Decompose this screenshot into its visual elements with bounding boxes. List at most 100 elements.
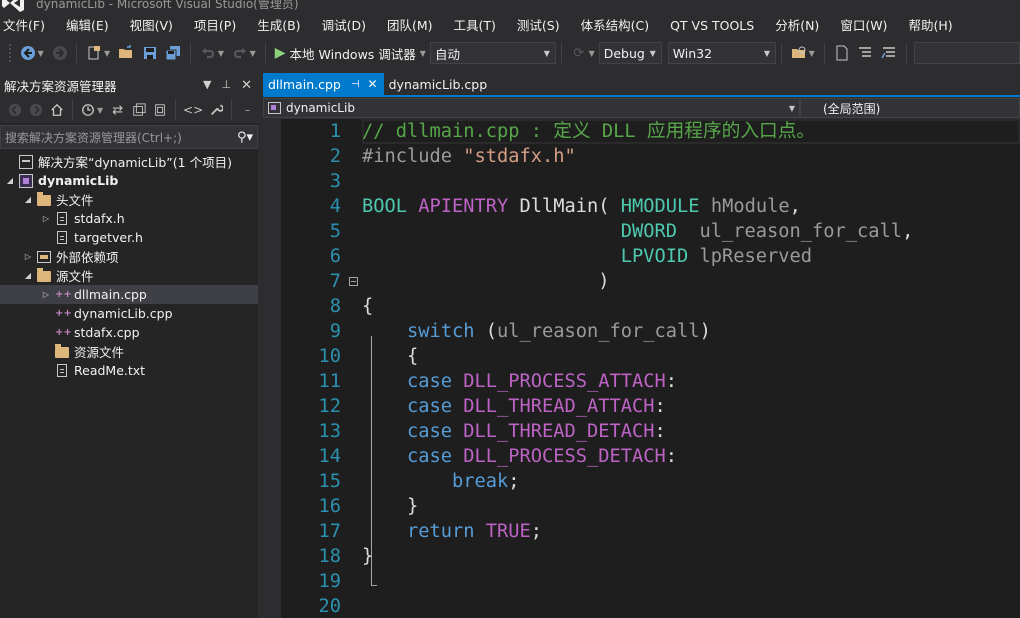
forward-icon[interactable]: [27, 100, 44, 120]
tree-item-project[interactable]: ◢ dynamicLib: [0, 171, 258, 190]
sync-icon[interactable]: ⇄: [109, 100, 126, 120]
menu-help[interactable]: 帮助(H): [905, 14, 962, 38]
uncomment-icon[interactable]: [879, 43, 899, 63]
tree-item-header[interactable]: ▷ stdafx.h: [0, 209, 258, 228]
code-line[interactable]: 5 DWORD ul_reason_for_call,: [281, 219, 1020, 244]
debugger-dropdown-icon[interactable]: ▼: [420, 49, 426, 58]
tree-item-folder[interactable]: ◢ 源文件: [0, 266, 258, 285]
code-editor[interactable]: 1 // dllmain.cpp : 定义 DLL 应用程序的入口点。 2 #incl…: [263, 119, 1020, 618]
new-project-icon[interactable]: [84, 43, 104, 63]
collapse-all-icon[interactable]: [130, 100, 147, 120]
refresh-dropdown-icon[interactable]: ▼: [589, 49, 595, 58]
code-line[interactable]: 15 break;: [281, 469, 1020, 494]
find-dropdown-icon[interactable]: ▼: [809, 49, 815, 58]
pending-changes-icon[interactable]: [80, 100, 97, 120]
save-icon[interactable]: [140, 43, 160, 63]
menu-debug[interactable]: 调试(D): [319, 14, 376, 38]
code-line[interactable]: 9 switch (ul_reason_for_call): [281, 319, 1020, 344]
code-line[interactable]: 14 case DLL_PROCESS_DETACH:: [281, 444, 1020, 469]
save-all-icon[interactable]: [164, 43, 184, 63]
menu-window[interactable]: 窗口(W): [837, 14, 897, 38]
overflow-menu-icon[interactable]: –: [239, 100, 256, 120]
platform-combo[interactable]: Win32 ▼: [667, 42, 776, 64]
open-file-icon[interactable]: [116, 43, 136, 63]
tree-item-folder[interactable]: 资源文件: [0, 342, 258, 361]
tree-item-solution[interactable]: 解决方案“dynamicLib”(1 个项目): [0, 152, 258, 171]
collapsed-icon[interactable]: ▷: [40, 290, 52, 299]
scope-navigation-combo[interactable]: (全局范围): [800, 98, 1020, 118]
code-line[interactable]: 17 return TRUE;: [281, 519, 1020, 544]
back-dropdown-icon[interactable]: ▼: [38, 49, 44, 58]
menu-view[interactable]: 视图(V): [127, 14, 183, 38]
back-icon[interactable]: [18, 43, 38, 63]
undo-dropdown-icon[interactable]: ▼: [218, 49, 224, 58]
find-in-files-icon[interactable]: [789, 43, 809, 63]
toolbar-grip[interactable]: [8, 43, 12, 63]
forward-icon[interactable]: [50, 43, 70, 63]
menu-edit[interactable]: 编辑(E): [63, 14, 119, 38]
menu-tools[interactable]: 工具(T): [451, 14, 506, 38]
close-tab-icon[interactable]: ✕: [368, 77, 378, 91]
code-line[interactable]: 16 }: [281, 494, 1020, 519]
refresh-icon[interactable]: ⟳: [569, 43, 589, 63]
tree-item-text[interactable]: ReadMe.txt: [0, 361, 258, 380]
tree-item-cpp[interactable]: ++ stdafx.cpp: [0, 323, 258, 342]
configuration-combo[interactable]: Debug ▼: [598, 42, 662, 64]
properties-wrench-icon[interactable]: [207, 100, 224, 120]
panel-menu-icon[interactable]: ▼: [203, 78, 211, 93]
pending-dropdown-icon[interactable]: ▼: [97, 106, 103, 115]
code-line[interactable]: 11 case DLL_PROCESS_ATTACH:: [281, 369, 1020, 394]
code-line[interactable]: 8{: [281, 294, 1020, 319]
quick-find-box[interactable]: [913, 42, 1020, 64]
comment-icon[interactable]: [855, 43, 875, 63]
collapse-region-icon[interactable]: [349, 277, 358, 286]
undo-icon[interactable]: [198, 43, 218, 63]
expanded-icon[interactable]: ◢: [4, 176, 16, 185]
pin-icon[interactable]: ⊥: [222, 78, 232, 93]
collapsed-icon[interactable]: ▷: [22, 252, 34, 261]
menu-analyze[interactable]: 分析(N): [772, 14, 829, 38]
code-line[interactable]: 6 LPVOID lpReserved: [281, 244, 1020, 269]
menu-project[interactable]: 项目(P): [191, 14, 246, 38]
tree-item-header[interactable]: targetver.h: [0, 228, 258, 247]
code-line[interactable]: 13 case DLL_THREAD_DETACH:: [281, 419, 1020, 444]
code-line[interactable]: 12 case DLL_THREAD_ATTACH:: [281, 394, 1020, 419]
tree-item-cpp[interactable]: ++ dynamicLib.cpp: [0, 304, 258, 323]
close-icon[interactable]: ✕: [241, 78, 252, 93]
code-line[interactable]: 10 {: [281, 344, 1020, 369]
expanded-icon[interactable]: ◢: [22, 195, 34, 204]
new-project-dropdown-icon[interactable]: ▼: [104, 49, 110, 58]
start-debugger-button[interactable]: 本地 Windows 调试器: [290, 44, 416, 63]
tab-dynamiclib-cpp[interactable]: dynamicLib.cpp: [384, 73, 494, 95]
code-line[interactable]: 18}: [281, 544, 1020, 569]
start-debugging-icon[interactable]: ▶: [275, 45, 286, 61]
code-line[interactable]: 2 #include "stdafx.h": [281, 144, 1020, 169]
menu-build[interactable]: 生成(B): [254, 14, 310, 38]
pin-tab-icon[interactable]: ⊣: [351, 79, 360, 90]
project-navigation-combo[interactable]: dynamicLib ▼: [263, 98, 800, 118]
menu-architecture[interactable]: 体系结构(C): [578, 14, 659, 38]
tab-dllmain-cpp[interactable]: dllmain.cpp ⊣ ✕: [263, 73, 384, 95]
redo-icon[interactable]: [230, 43, 250, 63]
tree-item-external[interactable]: ▷ 外部依赖项: [0, 247, 258, 266]
code-line[interactable]: 3: [281, 169, 1020, 194]
search-icon[interactable]: ⚲▾: [237, 130, 253, 145]
collapsed-icon[interactable]: ▷: [40, 214, 52, 223]
expanded-icon[interactable]: ◢: [22, 271, 34, 280]
menu-file[interactable]: 文件(F): [0, 14, 55, 38]
menu-team[interactable]: 团队(M): [384, 14, 443, 38]
redo-dropdown-icon[interactable]: ▼: [250, 49, 256, 58]
solution-explorer-search-input[interactable]: 搜索解决方案资源管理器(Ctrl+;) ⚲▾: [0, 125, 258, 149]
code-line[interactable]: 4 BOOL APIENTRY DllMain( HMODULE hModule,: [281, 194, 1020, 219]
menu-qt-vs-tools[interactable]: QT VS TOOLS: [667, 14, 764, 38]
view-code-icon[interactable]: <>: [183, 100, 203, 120]
show-all-files-icon[interactable]: [151, 100, 168, 120]
tree-item-folder[interactable]: ◢ 头文件: [0, 190, 258, 209]
code-line[interactable]: 1 // dllmain.cpp : 定义 DLL 应用程序的入口点。: [281, 119, 1020, 144]
new-file-icon[interactable]: [832, 43, 852, 63]
back-icon[interactable]: [6, 100, 23, 120]
menu-test[interactable]: 测试(S): [514, 14, 570, 38]
tree-item-cpp[interactable]: ▷ ++ dllmain.cpp: [0, 285, 258, 304]
code-line[interactable]: 20: [281, 594, 1020, 618]
launch-mode-combo[interactable]: 自动 ▼: [429, 42, 556, 64]
